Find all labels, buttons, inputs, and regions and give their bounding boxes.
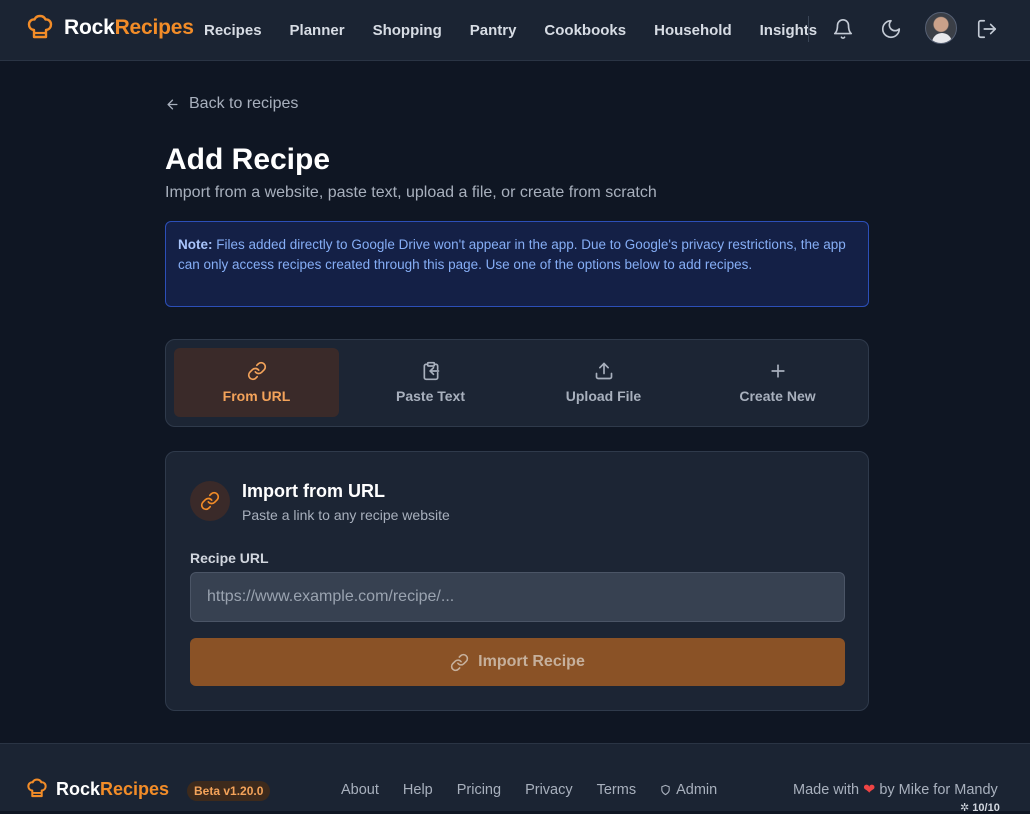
recipe-url-label: Recipe URL [190, 550, 269, 566]
footer-brand-rock: Rock [56, 778, 101, 799]
footer-link-about[interactable]: About [341, 782, 379, 798]
brand-recipes-text: Recipes [114, 16, 194, 39]
link-icon [200, 491, 220, 511]
chef-hat-icon [27, 778, 47, 798]
footer-link-privacy[interactable]: Privacy [525, 782, 573, 798]
note-text: Files added directly to Google Drive won… [178, 237, 846, 272]
import-url-card: Import from URL Paste a link to any reci… [165, 451, 869, 711]
made-prefix: Made with [793, 782, 860, 798]
nav-link-household[interactable]: Household [654, 22, 732, 39]
nav-link-recipes[interactable]: Recipes [204, 22, 262, 39]
footer-links: About Help Pricing Privacy Terms Admin [341, 782, 741, 798]
import-recipe-button[interactable]: Import Recipe [190, 638, 845, 686]
tab-from-url-label: From URL [222, 388, 291, 404]
card-link-icon-wrap [190, 481, 230, 521]
corner-indicator: ✲ 10/10 [960, 801, 1000, 814]
note-label: Note: [178, 237, 213, 252]
tab-upload-file[interactable]: Upload File [521, 348, 686, 417]
clipboard-icon [423, 361, 439, 381]
nav-link-shopping[interactable]: Shopping [373, 22, 442, 39]
tab-upload-file-label: Upload File [565, 388, 642, 404]
main-nav-links: Recipes Planner Shopping Pantry Cookbook… [190, 0, 831, 61]
made-with-credit: Made with ❤ by Mike for Mandy [793, 782, 998, 798]
google-drive-note: Note: Files added directly to Google Dri… [165, 221, 869, 307]
tab-paste-text[interactable]: Paste Text [348, 348, 513, 417]
recipe-url-input[interactable] [190, 572, 845, 622]
import-method-tabs: From URL Paste Text Upload File Create N… [165, 339, 869, 427]
chef-hat-icon [27, 14, 53, 39]
card-title: Import from URL [242, 481, 385, 501]
import-recipe-label: Import Recipe [478, 653, 585, 670]
upload-icon [595, 362, 612, 380]
beta-version-badge: Beta v1.20.0 [187, 781, 271, 801]
brand-rock-text: Rock [64, 16, 115, 39]
card-subtitle: Paste a link to any recipe website [242, 507, 450, 523]
bug-icon: ✲ [960, 802, 970, 814]
nav-divider [808, 16, 809, 42]
nav-link-planner[interactable]: Planner [290, 22, 345, 39]
nav-link-cookbooks[interactable]: Cookbooks [544, 22, 626, 39]
page-subtitle: Import from a website, paste text, uploa… [165, 184, 657, 201]
shield-icon [661, 784, 670, 796]
footer-link-help[interactable]: Help [403, 782, 433, 798]
footer: RockRecipes Beta v1.20.0 About Help Pric… [0, 743, 1030, 814]
footer-brand[interactable]: RockRecipes [26, 778, 169, 800]
heart-icon: ❤ [863, 782, 876, 798]
tab-paste-text-label: Paste Text [396, 388, 465, 404]
link-icon [247, 361, 266, 381]
footer-link-terms[interactable]: Terms [597, 782, 636, 798]
bell-icon[interactable] [832, 18, 854, 40]
logout-icon[interactable] [976, 18, 998, 40]
link-icon [451, 653, 469, 671]
page-title: Add Recipe [165, 143, 331, 176]
back-to-recipes-link[interactable]: Back to recipes [165, 95, 298, 113]
back-label: Back to recipes [189, 95, 299, 112]
plus-icon [770, 364, 785, 378]
footer-link-pricing[interactable]: Pricing [457, 782, 501, 798]
tab-create-new[interactable]: Create New [695, 348, 860, 417]
moon-icon[interactable] [880, 18, 902, 40]
footer-link-admin[interactable]: Admin [660, 782, 717, 798]
tab-from-url[interactable]: From URL [174, 348, 339, 417]
top-nav: RockRecipes Recipes Planner Shopping Pan… [0, 0, 1030, 61]
tab-create-new-label: Create New [739, 388, 816, 404]
user-avatar[interactable] [925, 12, 957, 44]
footer-brand-recipes: Recipes [100, 778, 170, 799]
footer-admin-label: Admin [676, 782, 718, 798]
made-suffix: by Mike for Mandy [879, 782, 998, 798]
brand-logo[interactable]: RockRecipes [26, 14, 194, 42]
arrow-left-icon [167, 99, 178, 109]
nav-link-pantry[interactable]: Pantry [470, 22, 517, 39]
corner-count: 10/10 [972, 802, 1000, 814]
